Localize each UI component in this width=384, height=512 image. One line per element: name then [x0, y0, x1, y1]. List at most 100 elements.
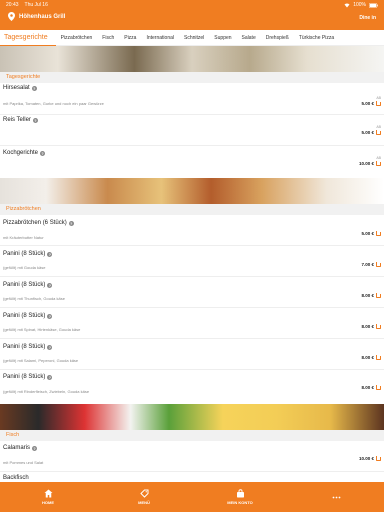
restaurant-name: Höhenhaus Grill [19, 13, 66, 20]
tab-pizzabroetchen[interactable]: Pizzabrötchen [56, 35, 98, 41]
nav-label: MEIN KONTO [227, 500, 253, 505]
item-description: (gefüllt) mit Spinat, Hirtenkäse, Gouda … [3, 327, 81, 332]
cart-icon[interactable] [375, 262, 381, 267]
battery-icon [369, 2, 378, 8]
more-icon [332, 496, 340, 498]
info-icon[interactable]: ? [47, 374, 53, 380]
item-description: (gefüllt) mit Rinderfleisch, Zwiebeln, G… [3, 389, 90, 394]
menu-item[interactable]: Hirsesalat? mit Paprika, Tomaten, Gurke … [0, 83, 384, 115]
nav-menu[interactable]: MENÜ [96, 489, 192, 505]
info-icon[interactable]: ? [47, 282, 53, 288]
menu-item[interactable]: Panini (8 Stück)? (gefüllt) mit Salami, … [0, 339, 384, 370]
price-prefix: AB [376, 156, 381, 160]
section-header: Fisch [0, 430, 384, 441]
item-price: 5.00 € [361, 130, 374, 135]
menu-item[interactable]: Backfisch [0, 472, 384, 482]
banner-fisch-image [0, 404, 384, 430]
item-description: mit Pommes und Salat [3, 460, 44, 465]
tab-tagesgerichte[interactable]: Tagesgerichte [0, 30, 56, 46]
cart-icon[interactable] [375, 385, 381, 390]
info-icon[interactable]: ? [47, 251, 53, 257]
info-icon[interactable]: ? [32, 445, 38, 451]
menu-item[interactable]: Panini (8 Stück)? (gefüllt) mit Gouda kä… [0, 246, 384, 277]
info-icon[interactable]: ? [40, 150, 46, 156]
cart-icon[interactable] [375, 324, 381, 329]
info-icon[interactable]: ? [47, 344, 53, 350]
account-bag-icon [236, 489, 244, 498]
item-price: 5.00 € [361, 231, 374, 236]
nav-label: HOME [42, 500, 54, 505]
item-name: Panini (8 Stück) [3, 313, 46, 319]
tab-fisch[interactable]: Fisch [97, 35, 119, 41]
item-description: mit Kräuterbutter Natur [3, 235, 44, 240]
item-name: Panini (8 Stück) [3, 282, 46, 288]
info-icon[interactable]: ? [32, 117, 38, 123]
location-pin-icon [8, 12, 15, 21]
banner-pizzabroetchen-image [0, 178, 384, 204]
menu-item[interactable]: Panini (8 Stück)? (gefüllt) mit Rinderfl… [0, 370, 384, 404]
item-price: 8.00 € [361, 385, 374, 390]
menu-tag-icon [139, 489, 148, 498]
tab-pizza[interactable]: Pizza [119, 35, 141, 41]
item-price: 10.00 € [358, 456, 374, 461]
wifi-icon [344, 3, 350, 7]
tab-suppen[interactable]: Suppen [209, 35, 236, 41]
menu-item[interactable]: Calamaris? mit Pommes und Salat 10.00 € [0, 441, 384, 472]
item-price: 5.00 € [361, 101, 374, 106]
category-tabs: Tagesgerichte Pizzabrötchen Fisch Pizza … [0, 30, 384, 46]
info-icon[interactable]: ? [31, 85, 37, 91]
price-prefix: AB [376, 96, 381, 100]
tab-drehspiess[interactable]: Drehspieß [261, 35, 294, 41]
cart-icon[interactable] [375, 101, 381, 106]
menu-item[interactable]: Panini (8 Stück)? (gefüllt) mit Spinat, … [0, 308, 384, 339]
cart-icon[interactable] [375, 456, 381, 461]
item-price: 8.00 € [361, 293, 374, 298]
item-name: Hirsesalat [3, 85, 30, 91]
info-icon[interactable]: ? [68, 220, 74, 226]
banner-tagesgerichte-image [0, 46, 384, 72]
menu-item[interactable]: Panini (8 Stück)? (gefüllt) mit Thunfisc… [0, 277, 384, 308]
price-prefix: AB [376, 125, 381, 129]
nav-more[interactable] [288, 493, 384, 502]
tab-tuerkische-pizza[interactable]: Türkische Pizza [294, 35, 339, 41]
info-icon[interactable]: ? [47, 313, 53, 319]
item-name: Pizzabrötchen (6 Stück) [3, 220, 67, 226]
item-name: Backfisch [3, 475, 29, 481]
item-name: Reis Teller [3, 117, 31, 123]
item-description: (gefüllt) mit Thunfisch, Gouda käse [3, 296, 65, 301]
menu-item[interactable]: Pizzabrötchen (6 Stück)? mit Kräuterbutt… [0, 215, 384, 246]
cart-icon[interactable] [375, 231, 381, 236]
app-header: 20:43 Thu Jul 16 100% Höhenhaus Grill Di… [0, 0, 384, 30]
nav-home[interactable]: HOME [0, 489, 96, 505]
dine-in-toggle[interactable]: Dine in [359, 15, 376, 21]
cart-icon[interactable] [375, 355, 381, 360]
item-name: Panini (8 Stück) [3, 374, 46, 380]
status-bar: 20:43 Thu Jul 16 [6, 2, 48, 8]
nav-label: MENÜ [138, 500, 150, 505]
item-price: 7.00 € [361, 262, 374, 267]
tab-salate[interactable]: Salate [237, 35, 261, 41]
tab-international[interactable]: International [141, 35, 179, 41]
item-name: Panini (8 Stück) [3, 251, 46, 257]
status-indicators: 100% [344, 2, 378, 8]
cart-icon[interactable] [375, 293, 381, 298]
status-time: 20:43 [6, 2, 19, 8]
item-price: 10.00 € [358, 161, 374, 166]
status-date: Thu Jul 16 [24, 2, 48, 8]
item-description: (gefüllt) mit Salami, Peperoni, Gouda kä… [3, 358, 79, 363]
item-name: Calamaris [3, 445, 31, 451]
cart-icon[interactable] [375, 130, 381, 135]
item-description: mit Paprika, Tomaten, Gurke und noch ein… [3, 101, 104, 106]
menu-item[interactable]: Reis Teller? AB 5.00 € [0, 115, 384, 146]
nav-account[interactable]: MEIN KONTO [192, 489, 288, 505]
restaurant-selector[interactable]: Höhenhaus Grill [8, 12, 65, 21]
tab-schnitzel[interactable]: Schnitzel [179, 35, 209, 41]
menu-item[interactable]: Kochgerichte? AB 10.00 € [0, 146, 384, 178]
item-price: 8.00 € [361, 324, 374, 329]
section-header: Pizzabrötchen [0, 204, 384, 215]
item-price: 8.00 € [361, 355, 374, 360]
battery-level: 100% [353, 2, 366, 8]
bottom-navigation: HOME MENÜ MEIN KONTO [0, 482, 384, 512]
cart-icon[interactable] [375, 161, 381, 166]
section-header: Tagesgerichte [0, 72, 384, 83]
